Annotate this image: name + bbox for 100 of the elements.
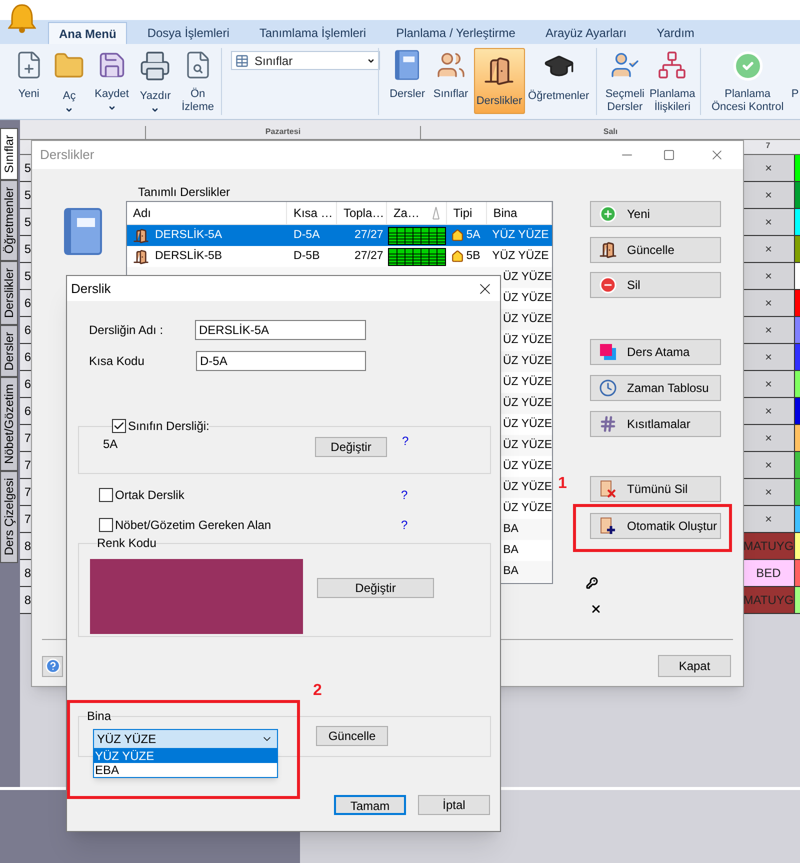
- name-field[interactable]: DERSLİK-5A: [195, 320, 366, 340]
- checkbox-label[interactable]: Ortak Derslik: [115, 486, 184, 504]
- plus-icon: [599, 205, 617, 223]
- row-number: 6: [24, 349, 31, 366]
- row-number: 5: [24, 160, 31, 177]
- field-label: Kısa Kodu: [89, 353, 146, 370]
- side-tab[interactable]: Ders Çizelgesi: [0, 471, 18, 563]
- table-cell: 27/27: [354, 250, 384, 262]
- ribbon-button[interactable]: Ön İzleme: [176, 44, 220, 119]
- clock-icon: [599, 379, 617, 397]
- row-number: 6: [24, 295, 31, 312]
- row-number: 8: [24, 565, 31, 582]
- button[interactable]: Kapat: [658, 655, 731, 677]
- menu-tab[interactable]: Tanımlama İşlemleri: [249, 22, 376, 44]
- button[interactable]: Tümünü Sil: [590, 476, 721, 502]
- column-header[interactable]: Kısa …: [287, 202, 338, 224]
- help-link[interactable]: ?: [401, 516, 408, 534]
- table-cell: ÜZ YÜZE: [503, 460, 552, 472]
- ribbon-button[interactable]: Seçmeli Dersler: [601, 44, 649, 119]
- table-cell: ÜZ YÜZE: [503, 396, 552, 409]
- row-number: 8: [24, 592, 31, 609]
- row-number: 8: [24, 538, 31, 555]
- ribbon-button[interactable]: Yazdır: [134, 44, 176, 119]
- button[interactable]: Sil: [590, 272, 721, 298]
- help-button[interactable]: [42, 656, 63, 676]
- table-cell: ÜZ YÜZE: [503, 418, 552, 430]
- side-tab[interactable]: Nöbet/Gözetim: [0, 377, 18, 472]
- ribbon-button[interactable]: Planlama İlişkileri: [648, 44, 696, 119]
- button[interactable]: Güncelle: [316, 726, 388, 746]
- dropdown-option[interactable]: YÜZ YÜZE: [94, 749, 277, 763]
- side-tab[interactable]: Sınıflar: [0, 128, 18, 180]
- button[interactable]: Değiştir: [315, 437, 387, 457]
- column-header[interactable]: Tipi: [447, 202, 488, 224]
- checkbox-label[interactable]: Sınıfın Dersliği:: [128, 417, 210, 435]
- door-icon: [483, 55, 516, 87]
- ribbon-button[interactable]: Kaydet: [89, 44, 135, 119]
- dialog-title: Derslik: [71, 280, 112, 298]
- table-cell: BA: [503, 522, 518, 535]
- house-icon: [451, 229, 464, 242]
- view-select[interactable]: Sınıflar: [230, 51, 380, 70]
- help-link[interactable]: ?: [401, 486, 408, 504]
- menu-tab[interactable]: Planlama / Yerleştirme: [386, 22, 526, 44]
- button[interactable]: Otomatik Oluştur: [590, 513, 721, 539]
- button[interactable]: Yeni: [590, 201, 721, 227]
- table-cell: ÜZ YÜZE: [503, 502, 552, 514]
- table-cell-text: DERSLİK-5B: [155, 248, 222, 264]
- usage-grid-drawing: [388, 248, 446, 266]
- row-number: 7: [24, 430, 31, 447]
- book-icon: [395, 50, 420, 80]
- maximize-icon[interactable]: [663, 149, 675, 161]
- button[interactable]: Güncelle: [590, 237, 721, 263]
- button[interactable]: Kısıtlamalar: [590, 411, 721, 437]
- dialog-button[interactable]: İptal: [418, 795, 490, 815]
- menu-tab[interactable]: Dosya İşlemleri: [137, 22, 240, 44]
- user-check-icon: [610, 50, 640, 80]
- dropdown-option[interactable]: EBA: [94, 763, 277, 777]
- table-row[interactable]: DERSLİK-5A D-5A 27/27 5A YÜZ YÜZE: [127, 225, 552, 246]
- ribbon-button[interactable]: P: [790, 44, 800, 119]
- checkbox[interactable]: [99, 518, 113, 532]
- table-cell: 27/27: [354, 228, 384, 241]
- menu-tab[interactable]: Ana Menü: [48, 22, 128, 44]
- dialog-button[interactable]: Tamam: [334, 795, 406, 815]
- column-header[interactable]: Bina: [487, 202, 552, 224]
- column-header[interactable]: Za…: [387, 202, 448, 224]
- ribbon-button[interactable]: Öğretmenler: [524, 44, 592, 119]
- checkbox-label[interactable]: Nöbet/Gözetim Gereken Alan: [115, 516, 272, 534]
- menu-tab[interactable]: Yardım: [646, 22, 704, 44]
- checkbox[interactable]: [99, 488, 113, 502]
- close-icon[interactable]: [590, 603, 602, 615]
- printer-icon: [139, 50, 172, 82]
- side-tab[interactable]: Derslikler: [0, 260, 18, 325]
- code-field[interactable]: D-5A: [196, 351, 366, 371]
- ribbon-button[interactable]: Sınıflar: [428, 44, 474, 119]
- table-cell: BA: [503, 544, 518, 556]
- button[interactable]: Değiştir: [317, 578, 434, 598]
- caret-icon: [366, 56, 375, 64]
- window-title: Derslikler: [40, 146, 96, 164]
- ribbon-button[interactable]: Dersler: [386, 44, 428, 119]
- help-icon: [44, 658, 60, 674]
- row-number: 6: [24, 322, 31, 339]
- column-header[interactable]: Adı: [127, 202, 288, 224]
- ribbon-button[interactable]: Yeni: [8, 44, 50, 119]
- table-icon: [234, 54, 249, 68]
- ribbon-button[interactable]: Planlama Öncesi Kontrol: [705, 44, 790, 119]
- row-number: 6: [24, 403, 31, 420]
- button[interactable]: Ders Atama: [590, 339, 721, 365]
- checkbox[interactable]: [112, 419, 126, 433]
- column-header[interactable]: Topla…: [337, 202, 388, 224]
- ribbon-button[interactable]: Aç: [50, 44, 90, 119]
- lesson-cell[interactable]: BED: [742, 560, 794, 586]
- menu-tab[interactable]: Arayüz Ayarları: [535, 22, 637, 44]
- side-tab[interactable]: Öğretmenler: [0, 180, 18, 261]
- building-select[interactable]: YÜZ YÜZE: [93, 729, 278, 749]
- button[interactable]: Zaman Tablosu: [590, 375, 721, 401]
- group-label: Bina: [87, 709, 112, 723]
- side-tab[interactable]: Dersler: [0, 324, 18, 378]
- row-number: 7: [24, 511, 31, 528]
- ribbon-button[interactable]: Derslikler: [474, 48, 525, 114]
- row-number: 5: [24, 187, 31, 204]
- help-link[interactable]: ?: [402, 432, 409, 450]
